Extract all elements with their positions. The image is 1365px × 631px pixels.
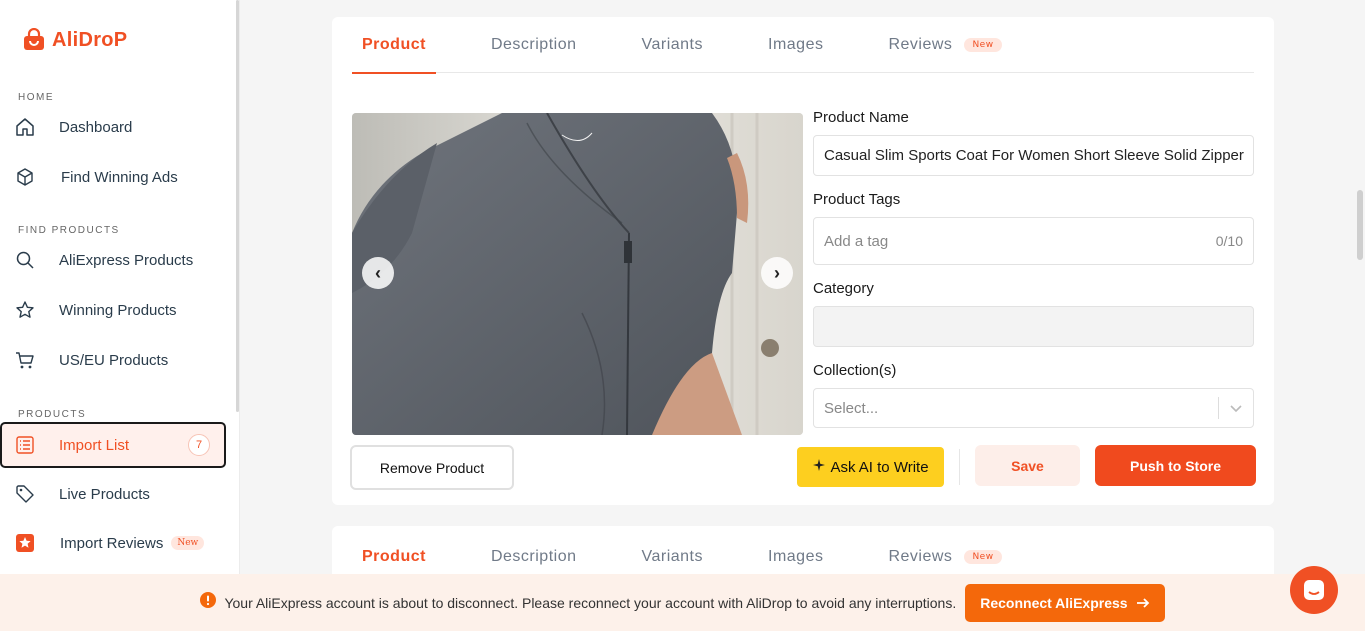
disconnect-warning-banner: Your AliExpress account is about to disc… [0, 574, 1365, 631]
sidebar-item-import-list[interactable]: Import List 7 [0, 422, 226, 468]
tab-description[interactable]: Description [481, 17, 587, 73]
sidebar-item-live-products[interactable]: Live Products [0, 472, 226, 516]
sidebar-item-label: Find Winning Ads [61, 168, 178, 186]
tab-product[interactable]: Product [352, 17, 436, 74]
search-icon [14, 249, 36, 271]
category-label: Category [813, 280, 874, 297]
ask-ai-button[interactable]: Ask AI to Write [797, 447, 944, 487]
sidebar-item-label: US/EU Products [59, 351, 169, 369]
category-field [813, 306, 1254, 347]
section-label-find-products: FIND PRODUCTS [18, 225, 120, 236]
new-badge: New [964, 37, 1002, 52]
cart-icon [14, 349, 36, 371]
collections-placeholder: Select... [824, 399, 879, 417]
sidebar-item-label: Winning Products [59, 301, 177, 319]
warning-icon [200, 592, 217, 613]
tab-variants[interactable]: Variants [631, 17, 713, 73]
tags-placeholder: Add a tag [824, 232, 889, 250]
sidebar-item-label: Dashboard [59, 118, 133, 136]
product-name-label: Product Name [813, 109, 909, 126]
product-card: Product Description Variants Images Revi… [332, 17, 1274, 505]
sidebar-item-dashboard[interactable]: Dashboard [0, 105, 226, 149]
next-image-button[interactable]: › [761, 257, 793, 289]
new-badge: New [171, 536, 205, 550]
section-label-home: HOME [18, 92, 54, 103]
remove-product-button[interactable]: Remove Product [350, 445, 514, 490]
sidebar-item-label: AliExpress Products [59, 251, 194, 269]
cube-icon [14, 166, 36, 188]
sidebar-item-aliexpress-products[interactable]: AliExpress Products [0, 238, 226, 282]
save-button[interactable]: Save [975, 445, 1080, 486]
banner-message: Your AliExpress account is about to disc… [224, 594, 957, 611]
tags-counter: 0/10 [1215, 233, 1243, 249]
sidebar-item-label: Import Reviews [60, 534, 164, 552]
tab-reviews-label: Reviews [888, 548, 953, 565]
brand-logo[interactable]: AliDroP [22, 28, 127, 52]
arrow-right-icon [1136, 596, 1150, 610]
shopping-bag-icon [24, 28, 44, 50]
sidebar: AliDroP HOME Dashboard Find Winning Ads … [0, 0, 240, 631]
action-divider [959, 449, 960, 485]
tab-images[interactable]: Images [758, 17, 833, 73]
sidebar-item-winning-products[interactable]: Winning Products [0, 288, 226, 332]
chat-icon [1304, 580, 1324, 600]
prev-image-button[interactable]: ‹ [362, 257, 394, 289]
tag-icon [14, 483, 36, 505]
product-tabs: Product Description Variants Images Revi… [352, 17, 1254, 74]
product-tags-label: Product Tags [813, 191, 901, 208]
star-icon [14, 299, 36, 321]
product-tags-input[interactable]: Add a tag 0/10 [813, 217, 1254, 265]
collections-label: Collection(s) [813, 362, 897, 379]
chevron-down-icon[interactable] [1218, 397, 1243, 419]
list-icon [14, 434, 36, 456]
brand-name: AliDroP [52, 28, 128, 51]
reconnect-aliexpress-button[interactable]: Reconnect AliExpress [965, 583, 1165, 622]
section-label-products: PRODUCTS [18, 409, 87, 420]
collections-select[interactable]: Select... [813, 388, 1254, 428]
sidebar-item-label: Import List [59, 436, 130, 454]
reconnect-label: Reconnect AliExpress [980, 594, 1128, 611]
product-name-input[interactable]: Casual Slim Sports Coat For Women Short … [813, 135, 1254, 176]
import-count-badge: 7 [188, 434, 210, 456]
tab-reviews-label: Reviews [888, 35, 953, 53]
page-scrollbar[interactable] [1357, 190, 1363, 260]
chat-support-button[interactable] [1290, 566, 1338, 614]
sidebar-item-import-reviews[interactable]: Import Reviews New [0, 521, 226, 565]
sparkle-icon [812, 458, 826, 476]
product-photo [352, 113, 803, 435]
ask-ai-label: Ask AI to Write [830, 458, 929, 476]
home-icon [14, 116, 36, 138]
sidebar-item-find-winning-ads[interactable]: Find Winning Ads [0, 155, 226, 199]
review-star-icon [14, 532, 36, 554]
push-to-store-button[interactable]: Push to Store [1095, 445, 1256, 486]
tab-reviews[interactable]: Reviews New [878, 17, 1011, 73]
sidebar-item-label: Live Products [59, 485, 150, 503]
product-image: ‹ › [352, 113, 803, 435]
new-badge: New [964, 550, 1002, 564]
sidebar-scrollbar[interactable] [236, 0, 239, 412]
sidebar-item-us-eu-products[interactable]: US/EU Products [0, 338, 226, 382]
